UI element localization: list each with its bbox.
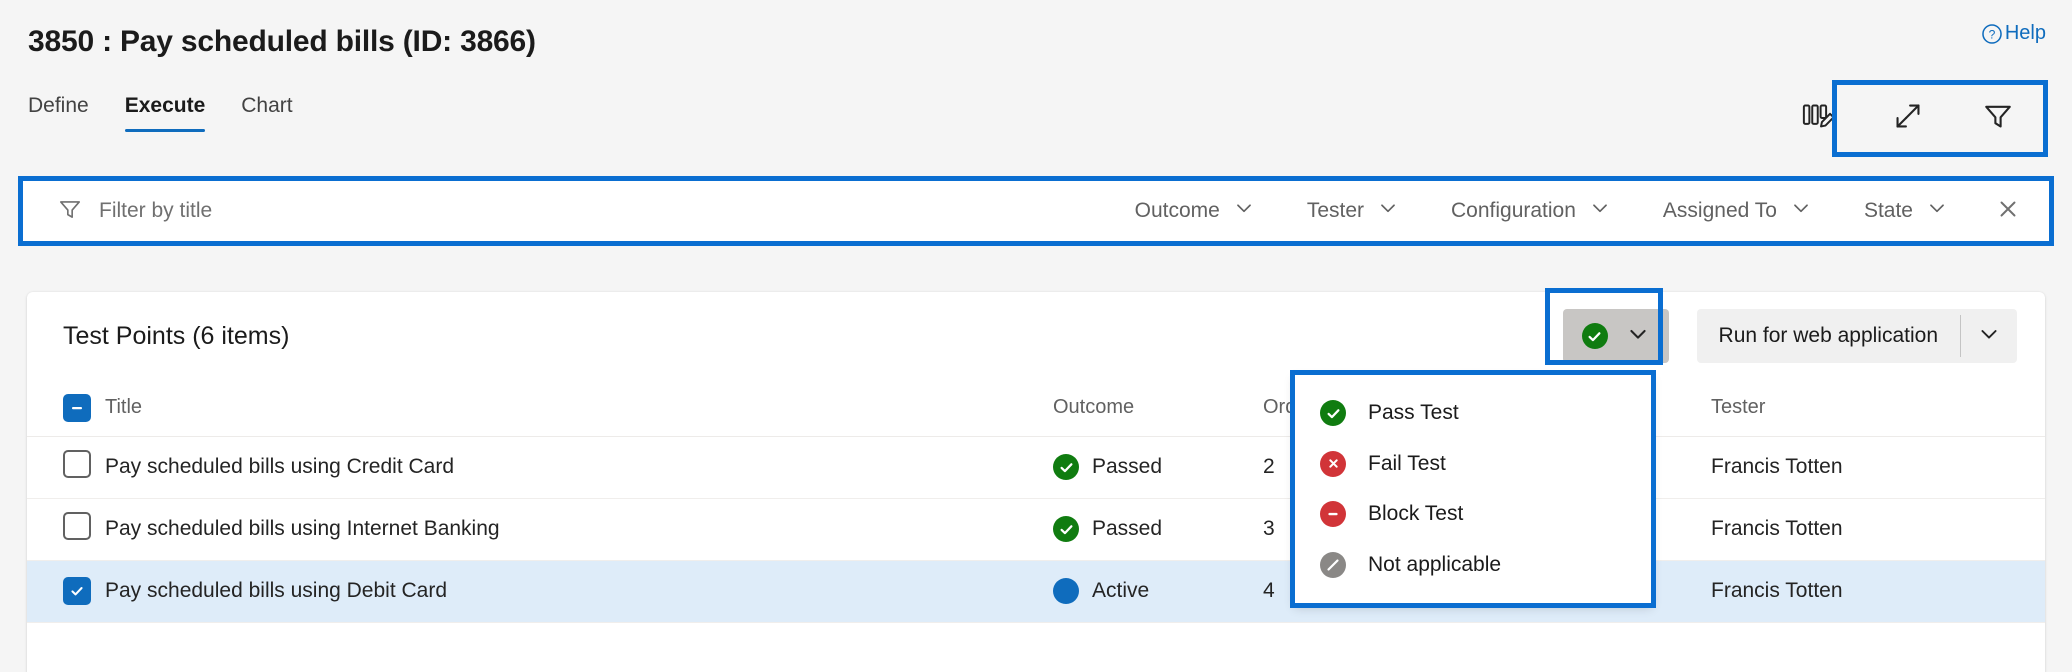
row-checkbox[interactable]: [63, 577, 91, 605]
pass-check-icon: [1053, 454, 1079, 480]
active-dot-icon: [1053, 578, 1079, 604]
chevron-down-icon: [1926, 197, 1948, 225]
row-select-cell: [27, 436, 105, 498]
expand-diagonal-icon: [1891, 99, 1925, 138]
filter-pill-assigned-to-label: Assigned To: [1663, 199, 1777, 223]
help-link[interactable]: ? Help: [1981, 22, 2046, 45]
filter-pill-tester-label: Tester: [1307, 199, 1364, 223]
row-outcome-cell: Passed: [1047, 498, 1247, 560]
table-row[interactable]: Pay scheduled bills using Credit Card Pa…: [27, 436, 2045, 498]
columns-edit-icon: [1801, 99, 1835, 138]
tab-execute-label: Execute: [125, 94, 206, 117]
test-points-table: Title Outcome Order Tester Pay scheduled…: [27, 380, 2045, 623]
test-points-title: Test Points (6 items): [63, 322, 289, 351]
menu-item-fail-test[interactable]: Fail Test: [1294, 439, 1652, 490]
test-points-header: Test Points (6 items) Run for web applic…: [27, 292, 2045, 380]
outcome-dropdown-menu: Pass Test Fail Test Block Test Not appli…: [1294, 374, 1652, 604]
menu-item-block-test-label: Block Test: [1368, 502, 1463, 526]
block-minus-icon: [1320, 501, 1346, 527]
column-header-tester[interactable]: Tester: [1693, 380, 2045, 436]
fail-x-icon: [1320, 451, 1346, 477]
row-outcome-label: Passed: [1092, 517, 1162, 541]
tab-execute[interactable]: Execute: [107, 94, 224, 132]
test-points-actions: Run for web application: [1563, 309, 2017, 363]
chevron-down-icon: [1626, 322, 1650, 351]
menu-item-pass-test[interactable]: Pass Test: [1294, 388, 1652, 439]
table-row[interactable]: Pay scheduled bills using Internet Banki…: [27, 498, 2045, 560]
tab-bar: Define Execute Chart: [28, 94, 311, 132]
close-icon: [1995, 196, 2021, 227]
chevron-down-icon: [1589, 197, 1611, 225]
select-all-checkbox[interactable]: [63, 394, 91, 422]
row-title: Pay scheduled bills using Internet Banki…: [105, 498, 1047, 560]
pass-check-icon: [1053, 516, 1079, 542]
filter-pill-state[interactable]: State: [1838, 186, 1974, 236]
row-title: Pay scheduled bills using Credit Card: [105, 436, 1047, 498]
filter-toggle-button[interactable]: [1978, 98, 2018, 138]
funnel-icon: [57, 196, 83, 227]
tab-define-label: Define: [28, 94, 89, 117]
run-for-web-application-button[interactable]: Run for web application: [1697, 309, 2017, 363]
column-options-button[interactable]: [1798, 98, 1838, 138]
filter-pill-group: Outcome Tester Configuration Assigned To: [1109, 186, 2052, 236]
chevron-down-icon: [1377, 197, 1399, 225]
pass-check-icon: [1582, 323, 1608, 349]
pass-check-icon: [1320, 400, 1346, 426]
fullscreen-button[interactable]: [1888, 98, 1928, 138]
filter-pill-tester[interactable]: Tester: [1281, 186, 1425, 236]
column-header-outcome[interactable]: Outcome: [1047, 380, 1247, 436]
tab-chart-label: Chart: [241, 94, 292, 117]
row-outcome-cell: Active: [1047, 560, 1247, 622]
not-applicable-icon: [1320, 552, 1346, 578]
menu-item-block-test[interactable]: Block Test: [1294, 489, 1652, 540]
row-tester: Francis Totten: [1693, 560, 2045, 622]
row-tester: Francis Totten: [1693, 436, 2045, 498]
menu-item-fail-test-label: Fail Test: [1368, 452, 1446, 476]
row-checkbox[interactable]: [63, 512, 91, 540]
table-body: Pay scheduled bills using Credit Card Pa…: [27, 436, 2045, 622]
svg-text:?: ?: [1988, 27, 1995, 41]
chevron-down-icon: [1977, 322, 2001, 351]
row-tester: Francis Totten: [1693, 498, 2045, 560]
filter-pill-state-label: State: [1864, 199, 1913, 223]
filter-pill-outcome-label: Outcome: [1135, 199, 1220, 223]
run-button-label: Run for web application: [1697, 309, 1960, 363]
page-title: 3850 : Pay scheduled bills (ID: 3866): [28, 25, 536, 59]
menu-item-not-applicable[interactable]: Not applicable: [1294, 540, 1652, 591]
filter-pill-outcome[interactable]: Outcome: [1109, 186, 1281, 236]
table-header-row: Title Outcome Order Tester: [27, 380, 2045, 436]
run-button-caret[interactable]: [1961, 309, 2017, 363]
row-outcome-label: Passed: [1092, 455, 1162, 479]
column-header-title[interactable]: Title: [105, 380, 1047, 436]
select-all-header: [27, 380, 105, 436]
tab-chart[interactable]: Chart: [223, 94, 310, 132]
grid-toolbar: [1774, 85, 2042, 151]
filter-pill-configuration[interactable]: Configuration: [1425, 186, 1637, 236]
funnel-icon: [1981, 99, 2015, 138]
filter-bar: Filter by title Outcome Tester Configura…: [20, 178, 2052, 244]
row-outcome-label: Active: [1092, 579, 1149, 603]
row-title: Pay scheduled bills using Debit Card: [105, 560, 1047, 622]
chevron-down-icon: [1233, 197, 1255, 225]
test-points-card: Test Points (6 items) Run for web applic…: [27, 292, 2045, 672]
row-checkbox[interactable]: [63, 450, 91, 478]
set-outcome-split-button[interactable]: [1563, 309, 1669, 363]
question-circle-icon: ?: [1981, 23, 2003, 45]
row-select-cell: [27, 498, 105, 560]
filter-pill-assigned-to[interactable]: Assigned To: [1637, 186, 1838, 236]
help-label: Help: [2005, 22, 2046, 45]
tab-define[interactable]: Define: [28, 94, 107, 132]
filter-input-placeholder: Filter by title: [99, 199, 212, 223]
menu-item-pass-test-label: Pass Test: [1368, 401, 1459, 425]
menu-item-not-applicable-label: Not applicable: [1368, 553, 1501, 577]
filter-input[interactable]: Filter by title: [20, 178, 1109, 244]
table-row[interactable]: Pay scheduled bills using Debit Card Act…: [27, 560, 2045, 622]
filter-pill-configuration-label: Configuration: [1451, 199, 1576, 223]
test-plan-execute-page: 3850 : Pay scheduled bills (ID: 3866) ? …: [0, 0, 2072, 672]
row-select-cell: [27, 560, 105, 622]
chevron-down-icon: [1790, 197, 1812, 225]
row-outcome-cell: Passed: [1047, 436, 1247, 498]
clear-filters-button[interactable]: [1982, 186, 2034, 236]
